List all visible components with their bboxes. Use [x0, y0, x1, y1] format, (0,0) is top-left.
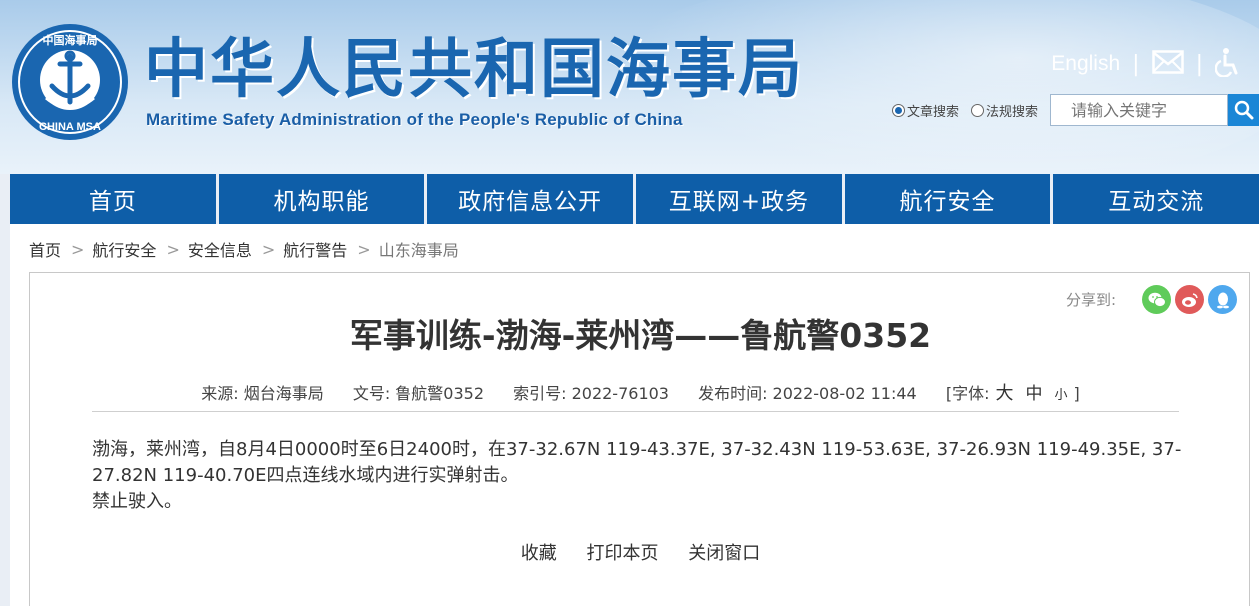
font-size-small[interactable]: 小 — [1054, 388, 1067, 403]
print-button[interactable]: 打印本页 — [587, 543, 659, 564]
breadcrumb: 首页 > 航行安全 > 安全信息 > 航行警告 > 山东海事局 — [10, 224, 1259, 274]
article-body: 渤海，莱州湾，自8月4日0000时至6日2400时，在37-32.67N 119… — [92, 437, 1182, 515]
nav-item-interaction[interactable]: 互动交流 — [1053, 174, 1259, 224]
english-link[interactable]: English — [1051, 52, 1120, 76]
breadcrumb-separator: > — [166, 239, 180, 259]
font-size-control: [字体: 大中小] — [945, 383, 1080, 404]
mail-icon[interactable] — [1151, 50, 1184, 78]
radio-button[interactable] — [970, 103, 984, 117]
nav-item-navigation-safety[interactable]: 航行安全 — [844, 174, 1051, 224]
radio-label: 文章搜索 — [906, 104, 959, 120]
separator: | — [1132, 51, 1140, 77]
breadcrumb-nav-warnings[interactable]: 航行警告 — [283, 237, 347, 261]
breadcrumb-navigation-safety[interactable]: 航行安全 — [92, 237, 156, 261]
nav-item-home[interactable]: 首页 — [10, 174, 216, 224]
article-meta: 来源: 烟台海事局 文号: 鲁航警0352 索引号: 2022-76103 发布… — [30, 379, 1251, 405]
breadcrumb-home[interactable]: 首页 — [29, 237, 61, 261]
search-icon — [1234, 100, 1253, 120]
search-option-article[interactable]: 文章搜索 — [891, 101, 959, 120]
favorite-button[interactable]: 收藏 — [521, 543, 557, 564]
nav-item-functions[interactable]: 机构职能 — [218, 174, 425, 224]
meta-index-number: 索引号: 2022-76103 — [513, 384, 669, 403]
main-nav: 首页 机构职能 政府信息公开 互联网+政务 航行安全 互动交流 — [10, 174, 1259, 224]
close-window-button[interactable]: 关闭窗口 — [688, 543, 760, 564]
site-title[interactable]: 中华人民共和国海事局 — [144, 34, 804, 106]
share-label: 分享到: — [1065, 291, 1116, 309]
nav-item-internet-gov[interactable]: 互联网+政务 — [636, 174, 842, 224]
article-title: 军事训练-渤海-莱州湾——鲁航警0352 — [349, 316, 932, 355]
top-links: English | | — [1051, 46, 1241, 82]
site-header: 中国海事局 CHINA MSA 中华人民共和国海事局 Maritime Safe… — [0, 0, 1259, 174]
font-size-medium[interactable]: 中 — [1025, 384, 1042, 404]
site-subtitle: Maritime Safety Administration of the Pe… — [146, 110, 683, 129]
divider — [92, 411, 1179, 412]
breadcrumb-separator: > — [261, 239, 276, 259]
search-bar: 文章搜索 法规搜索 — [891, 94, 1259, 126]
search-option-law[interactable]: 法规搜索 — [970, 101, 1038, 120]
font-size-close: ] — [1073, 384, 1080, 403]
radio-button[interactable] — [891, 103, 905, 117]
radio-label: 法规搜索 — [985, 104, 1038, 120]
breadcrumb-separator: > — [71, 239, 85, 259]
search-button[interactable] — [1228, 94, 1259, 126]
logo-text-top: 中国海事局 — [43, 33, 98, 47]
logo-text-bottom: CHINA MSA — [39, 121, 101, 133]
msa-logo[interactable]: 中国海事局 CHINA MSA — [10, 22, 130, 142]
font-size-large[interactable]: 大 — [995, 383, 1013, 404]
breadcrumb-separator: > — [357, 239, 371, 259]
article-paragraph: 禁止驶入。 — [92, 491, 182, 512]
meta-publish-time: 发布时间: 2022-08-02 11:44 — [698, 384, 917, 403]
meta-doc-number: 文号: 鲁航警0352 — [352, 384, 485, 403]
font-size-label: [字体: — [945, 384, 990, 403]
search-input[interactable] — [1050, 94, 1228, 126]
breadcrumb-current[interactable]: 山东海事局 — [379, 237, 459, 261]
accessibility-icon[interactable] — [1214, 47, 1241, 81]
nav-item-gov-info[interactable]: 政府信息公开 — [427, 174, 634, 224]
meta-source: 来源: 烟台海事局 — [201, 384, 324, 403]
article-panel: 分享到: 军事训练-渤海-莱州湾——鲁航警0352 来源: 烟台海事局 文号: … — [29, 272, 1250, 606]
separator: | — [1195, 51, 1203, 77]
article-paragraph: 渤海，莱州湾，自8月4日0000时至6日2400时，在37-32.67N 119… — [92, 439, 1182, 486]
article-actions: 收藏 打印本页 关闭窗口 — [30, 539, 1251, 565]
breadcrumb-safety-info[interactable]: 安全信息 — [188, 237, 252, 261]
